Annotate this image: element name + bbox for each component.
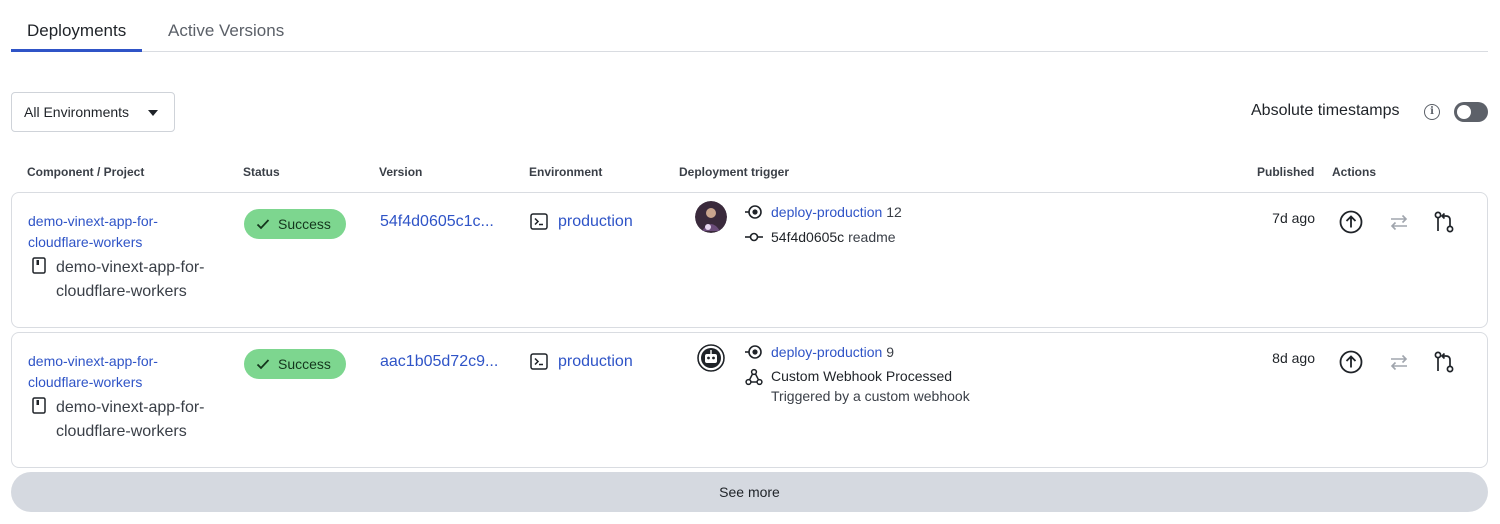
pipeline-icon [745, 345, 762, 359]
environment-filter-select[interactable]: All Environments [11, 92, 175, 132]
trigger-name: deploy-production [771, 344, 883, 360]
status-badge: Success [244, 209, 346, 239]
header-status: Status [243, 165, 280, 179]
status-label: Success [278, 216, 331, 232]
compare-icon[interactable] [1431, 209, 1457, 235]
published-time: 7d ago [1272, 210, 1315, 226]
trigger-name: deploy-production [771, 204, 883, 220]
user-avatar[interactable] [695, 201, 727, 233]
table-row: demo-vinext-app-for-cloudflare-workers d… [11, 192, 1488, 328]
tab-deployments[interactable]: Deployments [11, 20, 143, 52]
absolute-timestamps-label: Absolute timestamps [1251, 102, 1400, 119]
version-link[interactable]: aac1b05d72c9... [380, 353, 510, 371]
repository-icon [32, 397, 46, 414]
commit-sha: 54f4d0605c [771, 229, 845, 245]
trigger-number: 9 [886, 344, 894, 360]
terminal-icon [530, 353, 548, 370]
table-row: demo-vinext-app-for-cloudflare-workers d… [11, 332, 1488, 468]
published-time: 8d ago [1272, 350, 1315, 366]
environment-filter-value: All Environments [24, 104, 130, 120]
toggle-knob [1457, 105, 1471, 119]
promote-icon[interactable] [1338, 349, 1364, 375]
repository-name: demo-vinext-app-for-cloudflare-workers [56, 259, 205, 300]
webhook-icon [745, 368, 763, 386]
redeploy-icon[interactable] [1386, 209, 1412, 235]
commit-info: 54f4d0605c readme [771, 229, 896, 245]
absolute-timestamps-toggle[interactable] [1454, 102, 1488, 122]
repository-name: demo-vinext-app-for-cloudflare-workers [56, 399, 205, 440]
commit-message: readme [848, 229, 896, 245]
commit-icon [745, 232, 763, 242]
header-published: Published [1257, 165, 1315, 179]
pipeline-icon [745, 205, 762, 219]
checkmark-icon [256, 219, 270, 230]
trigger-link[interactable]: deploy-production 9 [771, 344, 894, 360]
compare-icon[interactable] [1431, 349, 1457, 375]
environment-link[interactable]: production [558, 213, 633, 231]
version-link[interactable]: 54f4d0605c1c... [380, 213, 510, 231]
header-trigger: Deployment trigger [679, 165, 790, 179]
see-more-button[interactable]: See more [11, 472, 1488, 512]
trigger-number: 12 [886, 204, 902, 220]
chevron-down-icon [148, 110, 158, 116]
webhook-title: Custom Webhook Processed [771, 368, 953, 384]
webhook-subtitle: Triggered by a custom webhook [771, 388, 970, 404]
tab-active-versions[interactable]: Active Versions [152, 20, 300, 52]
header-environment: Environment [529, 165, 603, 179]
checkmark-icon [256, 359, 270, 370]
tab-bar: Deployments Active Versions [11, 0, 1488, 52]
header-component: Component / Project [27, 165, 145, 179]
component-link[interactable]: demo-vinext-app-for-cloudflare-workers [28, 351, 208, 393]
repository-icon [32, 257, 46, 274]
status-label: Success [278, 356, 331, 372]
status-badge: Success [244, 349, 346, 379]
redeploy-icon[interactable] [1386, 349, 1412, 375]
trigger-link[interactable]: deploy-production 12 [771, 204, 902, 220]
terminal-icon [530, 213, 548, 230]
header-version: Version [379, 165, 423, 179]
environment-link[interactable]: production [558, 353, 633, 371]
promote-icon[interactable] [1338, 209, 1364, 235]
header-actions: Actions [1332, 165, 1377, 179]
component-link[interactable]: demo-vinext-app-for-cloudflare-workers [28, 211, 208, 253]
info-icon[interactable]: i [1424, 104, 1440, 120]
bot-avatar-icon [697, 344, 725, 372]
